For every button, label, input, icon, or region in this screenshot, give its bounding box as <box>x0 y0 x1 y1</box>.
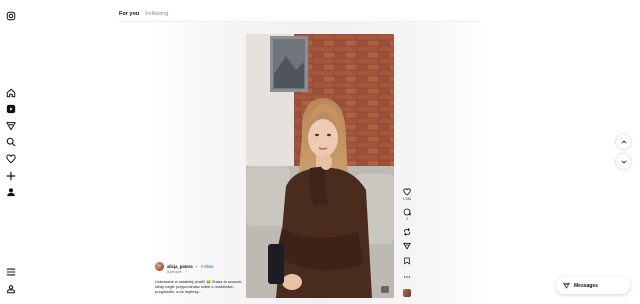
create-icon[interactable] <box>5 170 17 182</box>
comment-count: 3 <box>406 217 408 221</box>
follow-button[interactable]: Follow <box>201 264 213 269</box>
feed-tabs: For you Following <box>119 11 168 17</box>
heart-outline-icon <box>403 188 411 196</box>
threads-icon[interactable] <box>5 283 17 295</box>
instagram-reels-page: For you Following alicja_patora • Follow… <box>0 0 640 304</box>
messages-label: Messages <box>574 282 598 289</box>
reels-icon[interactable] <box>5 103 17 115</box>
tab-following[interactable]: Following <box>145 11 168 17</box>
post-caption-area: alicja_patora • Follow 8 people Uratowan… <box>155 262 245 294</box>
tab-for-you[interactable]: For you <box>119 11 139 17</box>
like-count: 1,546 <box>402 197 412 201</box>
messages-button[interactable]: Messages <box>556 277 630 294</box>
menu-icon[interactable] <box>5 266 17 278</box>
reel-frame-image <box>246 34 394 298</box>
profile-icon[interactable] <box>5 186 17 198</box>
comment-button[interactable]: 3 <box>399 208 415 221</box>
author-subtitle: 8 people <box>167 270 182 274</box>
previous-reel-button[interactable] <box>615 133 632 150</box>
instagram-logo-icon[interactable] <box>5 10 17 22</box>
chevron-up-icon <box>621 140 626 143</box>
left-sidebar <box>0 0 24 304</box>
heart-icon[interactable] <box>5 153 17 165</box>
bookmark-icon <box>404 257 410 265</box>
explore-icon[interactable] <box>5 120 17 132</box>
more-options-button[interactable] <box>399 273 415 281</box>
chevron-down-icon <box>621 160 626 163</box>
repost-button[interactable] <box>399 228 415 236</box>
share-button[interactable] <box>399 242 415 250</box>
post-caption-text[interactable]: Uratowane w ostatniej chwili! 😅 Znasz to… <box>155 279 245 294</box>
audio-thumbnail <box>403 289 411 297</box>
next-reel-button[interactable] <box>615 153 632 170</box>
comment-icon <box>403 208 411 216</box>
save-button[interactable] <box>399 257 415 265</box>
home-icon[interactable] <box>5 87 17 99</box>
author-username[interactable]: alicja_patora <box>167 264 193 269</box>
messenger-icon <box>563 282 570 289</box>
author-avatar[interactable] <box>155 262 164 271</box>
more-dots-icon <box>404 276 410 278</box>
repost-icon <box>403 228 411 236</box>
search-icon[interactable] <box>5 136 17 148</box>
like-button[interactable]: 1,546 <box>399 188 415 201</box>
reel-video[interactable] <box>246 34 394 298</box>
separator-dot: • <box>195 264 198 269</box>
audio-button[interactable] <box>399 289 415 297</box>
share-icon <box>403 242 411 250</box>
